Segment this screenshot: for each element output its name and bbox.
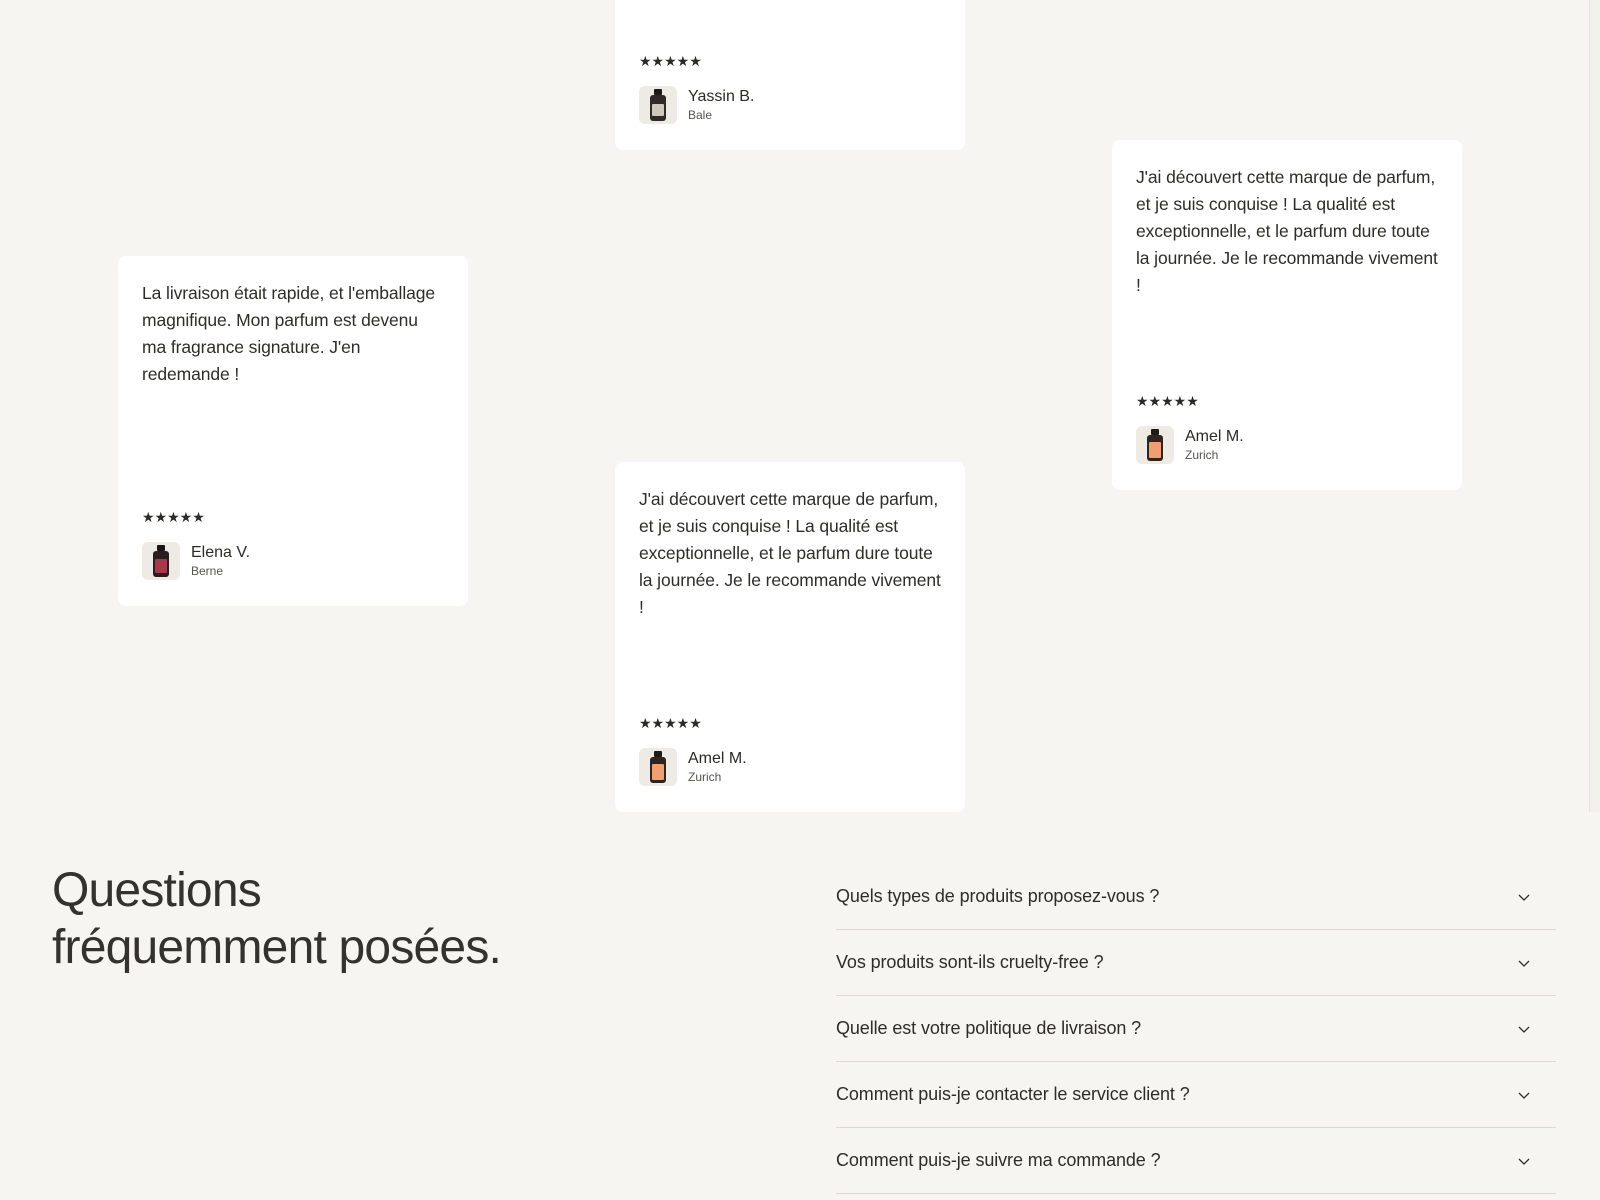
review-text: J'ai découvert cette marque de parfum, e… — [639, 489, 941, 617]
faq-title: Questions fréquemment posées. — [52, 862, 572, 976]
author-name: Amel M. — [688, 750, 747, 767]
rating-stars: ★★★★★ — [639, 53, 702, 69]
author-name: Amel M. — [1185, 428, 1244, 445]
review-author: Amel M. Zurich — [639, 748, 747, 786]
chevron-down-icon[interactable] — [1516, 889, 1532, 905]
author-city: Berne — [191, 564, 224, 578]
review-text: J'ai découvert cette marque de parfum, e… — [1136, 167, 1438, 295]
author-name: Yassin B. — [688, 88, 755, 105]
review-card: J'ai découvert cette marque de parfum, e… — [615, 462, 965, 812]
review-author: Yassin B. Bale — [639, 86, 754, 124]
faq-question: Comment puis-je contacter le service cli… — [836, 1084, 1190, 1104]
faq-item[interactable]: Quels types de produits proposez-vous ? — [836, 864, 1556, 930]
review-card: J'ai découvert cette marque de parfum, e… — [1112, 140, 1462, 490]
chevron-down-icon[interactable] — [1516, 955, 1532, 971]
perfume-bottle-icon — [650, 89, 666, 121]
faq-title-line2: fréquemment posées. — [52, 921, 502, 974]
faq-question: Comment puis-je suivre ma commande ? — [836, 1150, 1161, 1170]
faq-question: Vos produits sont-ils cruelty-free ? — [836, 952, 1104, 972]
author-city: Bale — [688, 108, 713, 122]
faq-item[interactable]: Comment puis-je suivre ma commande ? — [836, 1128, 1556, 1194]
scrollbar-track[interactable] — [1589, 0, 1600, 812]
review-card: ★★★★★ Yassin B. Bale — [615, 0, 965, 150]
faq-list: Quels types de produits proposez-vous ? … — [836, 864, 1556, 1194]
author-city: Zurich — [688, 770, 722, 784]
faq-item[interactable]: Comment puis-je contacter le service cli… — [836, 1062, 1556, 1128]
avatar — [639, 86, 677, 124]
avatar — [142, 542, 180, 580]
chevron-down-icon[interactable] — [1516, 1087, 1532, 1103]
faq-question: Quelle est votre politique de livraison … — [836, 1018, 1142, 1038]
faq-question: Quels types de produits proposez-vous ? — [836, 886, 1160, 906]
review-card: La livraison était rapide, et l'emballag… — [118, 256, 468, 606]
perfume-bottle-icon — [1147, 429, 1163, 461]
faq-item[interactable]: Vos produits sont-ils cruelty-free ? — [836, 930, 1556, 996]
avatar — [1136, 426, 1174, 464]
faq-title-line1: Questions — [52, 864, 262, 917]
perfume-bottle-icon — [650, 751, 666, 783]
review-author: Amel M. Zurich — [1136, 426, 1244, 464]
chevron-down-icon[interactable] — [1516, 1021, 1532, 1037]
avatar — [639, 748, 677, 786]
rating-stars: ★★★★★ — [1136, 393, 1199, 409]
author-name: Elena V. — [191, 544, 251, 561]
author-city: Zurich — [1185, 448, 1219, 462]
faq-item[interactable]: Quelle est votre politique de livraison … — [836, 996, 1556, 1062]
perfume-bottle-icon — [153, 545, 169, 577]
faq-section: Questions fréquemment posées. Quels type… — [4, 812, 1600, 1200]
chevron-down-icon[interactable] — [1516, 1153, 1532, 1169]
rating-stars: ★★★★★ — [639, 715, 702, 731]
review-text: La livraison était rapide, et l'emballag… — [142, 283, 436, 384]
rating-stars: ★★★★★ — [142, 509, 205, 525]
review-author: Elena V. Berne — [142, 542, 250, 580]
